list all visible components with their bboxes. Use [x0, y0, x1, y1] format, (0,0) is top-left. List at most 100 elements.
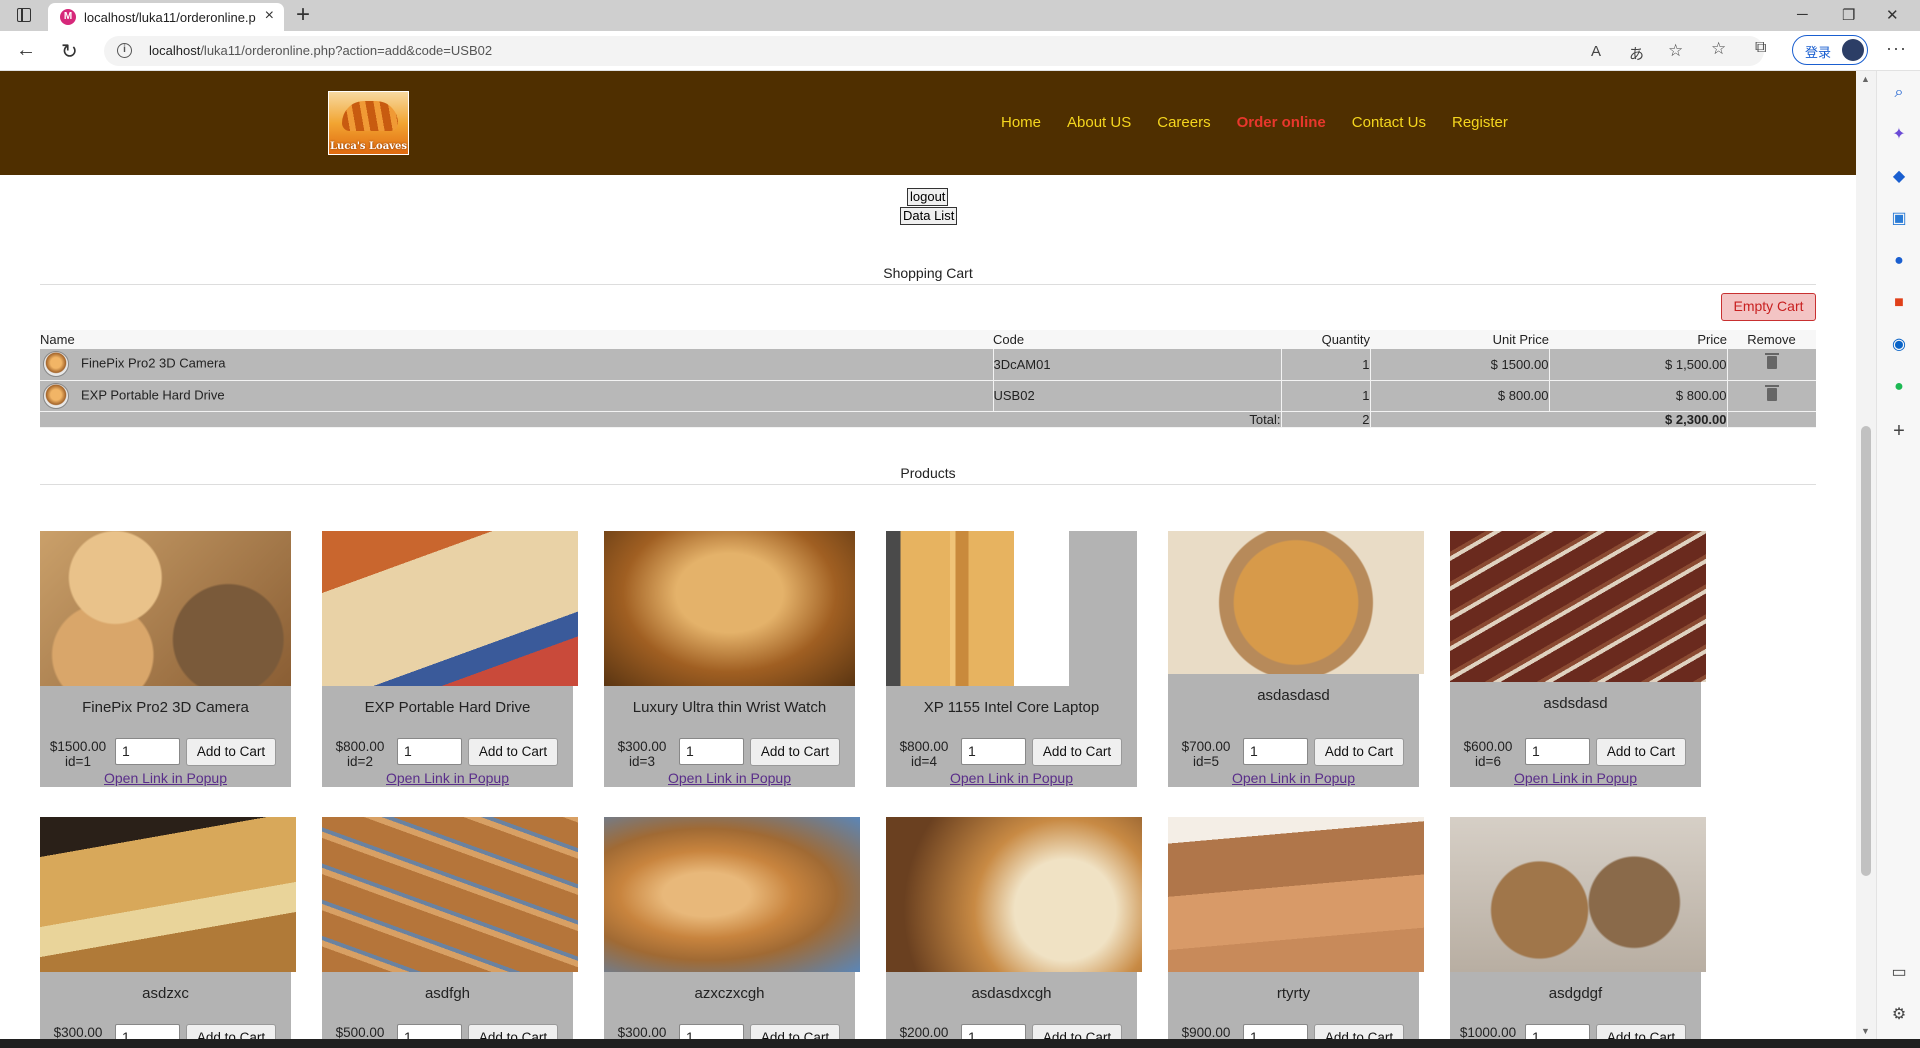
url-text[interactable]: localhost/luka11/orderonline.php?action=… [149, 43, 492, 58]
product-price: $200.00 [899, 1025, 949, 1039]
quantity-input[interactable]: 1 [679, 1024, 744, 1039]
collections-icon[interactable]: ⧉ [1755, 39, 1766, 57]
open-popup-link[interactable]: Open Link in Popup [1168, 770, 1419, 786]
remove-item-icon[interactable] [1764, 353, 1779, 370]
product-name: EXP Portable Hard Drive [364, 699, 531, 716]
product-image [1450, 531, 1706, 682]
games-icon[interactable]: ● [1889, 251, 1909, 271]
add-to-cart-button[interactable]: Add to Cart [1596, 738, 1686, 766]
quantity-input[interactable]: 1 [961, 738, 1026, 765]
refresh-icon[interactable]: ↻ [61, 39, 78, 64]
close-tab-icon[interactable]: × [265, 7, 274, 25]
restore-icon[interactable]: ❐ [1842, 6, 1855, 24]
scroll-thumb[interactable] [1861, 426, 1871, 876]
product-price: $900.00 [1181, 1025, 1231, 1039]
add-to-cart-button[interactable]: Add to Cart [468, 1024, 558, 1039]
outlook-icon[interactable]: ◉ [1889, 335, 1909, 355]
open-popup-link[interactable]: Open Link in Popup [322, 770, 573, 786]
add-favorite-icon[interactable]: ☆ [1668, 41, 1683, 61]
nav-register[interactable]: Register [1452, 114, 1508, 131]
quantity-input[interactable]: 1 [1243, 738, 1308, 765]
product-id: id=6 [1475, 754, 1501, 769]
window-close-icon[interactable]: ✕ [1886, 6, 1899, 24]
remove-item-icon[interactable] [1764, 384, 1779, 401]
product-card: asdasdasd $700.00 id=5 1 Add to Cart Open Lin… [1168, 531, 1424, 787]
nav-about-us[interactable]: About US [1067, 114, 1131, 131]
quantity-input[interactable]: 1 [679, 738, 744, 765]
add-sidebar-app-icon[interactable]: + [1889, 421, 1909, 441]
tab-actions-icon[interactable] [17, 8, 31, 22]
copilot-icon[interactable]: ✦ [1889, 125, 1909, 145]
product-image [604, 531, 855, 686]
nav-contact-us[interactable]: Contact Us [1352, 114, 1426, 131]
add-to-cart-button[interactable]: Add to Cart [1314, 1024, 1404, 1039]
logout-button[interactable]: logout [907, 188, 949, 206]
page-scrollbar[interactable]: ▲ ▼ [1856, 71, 1876, 1039]
product-price: $300.00 [617, 1025, 667, 1039]
office-icon[interactable]: ■ [1889, 293, 1909, 313]
cart-table: Name Code Quantity Unit Price Price Remo… [40, 330, 1816, 428]
sidebar-settings-icon[interactable]: ⚙ [1889, 1005, 1909, 1025]
address-bar[interactable]: i localhost/luka11/orderonline.php?actio… [104, 36, 1764, 66]
edge-sidebar: ⌕ ✦ ◆ ▣ ● ■ ◉ ● + ▭ ⚙ [1876, 71, 1920, 1048]
cart-item-name: EXP Portable Hard Drive [81, 386, 225, 402]
add-to-cart-button[interactable]: Add to Cart [750, 738, 840, 766]
cart-item-unit-price: $ 800.00 [1369, 380, 1549, 412]
quantity-input[interactable]: 1 [1243, 1024, 1308, 1039]
add-to-cart-button[interactable]: Add to Cart [1032, 1024, 1122, 1039]
product-buy-row: $700.00 id=5 1 Add to Cart [1168, 736, 1419, 769]
more-menu-icon[interactable]: ··· [1886, 38, 1907, 59]
sidebar-layout-icon[interactable]: ▭ [1889, 963, 1909, 983]
data-list-button[interactable]: Data List [900, 207, 958, 225]
new-tab-icon[interactable]: + [296, 1, 310, 29]
product-price-block: $1500.00 id=1 [46, 739, 110, 769]
product-buy-row: $200.00 1 Add to Cart [886, 1022, 1137, 1039]
product-card: asdzxc$300.001Add to CartOpen Link in Po… [40, 817, 296, 1039]
quantity-input[interactable]: 1 [115, 1024, 180, 1039]
open-popup-link[interactable]: Open Link in Popup [886, 770, 1137, 786]
quantity-input[interactable]: 1 [1525, 738, 1590, 765]
empty-cart-button[interactable]: Empty Cart [1721, 293, 1816, 321]
open-popup-link[interactable]: Open Link in Popup [1450, 770, 1701, 786]
translate-icon[interactable]: あ [1629, 43, 1644, 64]
tools-icon[interactable]: ▣ [1889, 209, 1909, 229]
add-to-cart-button[interactable]: Add to Cart [1596, 1024, 1686, 1039]
logo-text: Luca's Loaves [329, 141, 408, 152]
shopping-tag-icon[interactable]: ◆ [1889, 167, 1909, 187]
scroll-down-icon[interactable]: ▼ [1861, 1026, 1870, 1036]
quantity-input[interactable]: 1 [961, 1024, 1026, 1039]
add-to-cart-button[interactable]: Add to Cart [186, 738, 276, 766]
site-header: Luca's Loaves Home About US Careers Order o… [0, 71, 1856, 175]
profile-login-button[interactable]: 登录 [1792, 35, 1868, 65]
spotify-icon[interactable]: ● [1889, 377, 1909, 397]
quantity-input[interactable]: 1 [397, 1024, 462, 1039]
back-icon[interactable]: ← [16, 39, 36, 62]
add-to-cart-button[interactable]: Add to Cart [750, 1024, 840, 1039]
minimize-icon[interactable]: ─ [1797, 6, 1808, 23]
nav-home[interactable]: Home [1001, 114, 1041, 131]
nav-careers[interactable]: Careers [1157, 114, 1210, 131]
nav-order-online[interactable]: Order online [1237, 114, 1326, 131]
quantity-input[interactable]: 1 [397, 738, 462, 765]
add-to-cart-button[interactable]: Add to Cart [468, 738, 558, 766]
quantity-input[interactable]: 1 [1525, 1024, 1590, 1039]
open-popup-link[interactable]: Open Link in Popup [604, 770, 855, 786]
search-icon[interactable]: ⌕ [1889, 83, 1909, 103]
browser-tab-bar: M localhost/luka11/orderonline.php × + ─… [0, 0, 1920, 31]
browser-tab[interactable]: M localhost/luka11/orderonline.php × [48, 3, 284, 31]
scroll-up-icon[interactable]: ▲ [1861, 74, 1870, 84]
product-price: $600.00 [1463, 739, 1513, 754]
col-remove: Remove [1727, 330, 1816, 349]
cart-item-price: $ 800.00 [1548, 380, 1727, 412]
favorites-icon[interactable]: ☆ [1711, 39, 1726, 59]
read-aloud-icon[interactable]: A [1591, 43, 1601, 60]
add-to-cart-button[interactable]: Add to Cart [1032, 738, 1122, 766]
product-name: asdfgh [424, 985, 471, 1002]
quantity-input[interactable]: 1 [115, 738, 180, 765]
add-to-cart-button[interactable]: Add to Cart [1314, 738, 1404, 766]
open-popup-link[interactable]: Open Link in Popup [40, 770, 291, 786]
product-card: asdasdxcgh$200.001Add to CartOpen Link i… [886, 817, 1142, 1039]
add-to-cart-button[interactable]: Add to Cart [186, 1024, 276, 1039]
site-info-icon[interactable]: i [117, 43, 132, 58]
site-logo[interactable]: Luca's Loaves [328, 91, 409, 155]
